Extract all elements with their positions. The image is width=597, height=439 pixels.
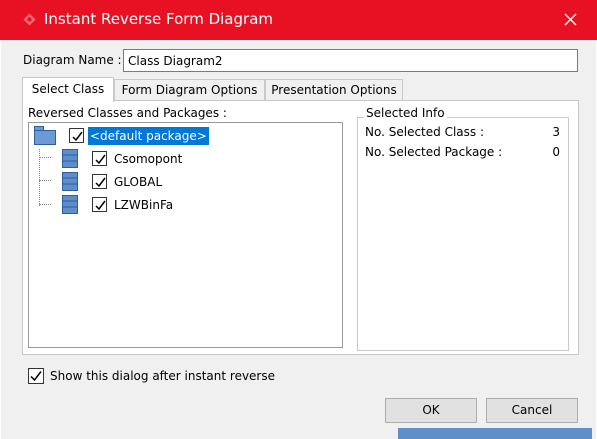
- diagram-name-input[interactable]: [123, 49, 578, 72]
- class-icon: [62, 195, 78, 214]
- tab-form-diagram-options[interactable]: Form Diagram Options: [114, 79, 265, 101]
- background-window-strip: [398, 428, 592, 439]
- show-dialog-checkbox[interactable]: [28, 368, 44, 384]
- close-button[interactable]: [552, 4, 588, 36]
- tree-node-csomopont[interactable]: Csomopont: [114, 152, 182, 166]
- default-package-checkbox[interactable]: [69, 128, 84, 143]
- tab-presentation-options[interactable]: Presentation Options: [265, 79, 403, 101]
- selected-package-label: No. Selected Package :: [365, 145, 503, 159]
- tab-select-class[interactable]: Select Class: [22, 77, 114, 102]
- class-icon: [62, 172, 78, 191]
- selected-info-caption: Selected Info: [364, 106, 447, 120]
- global-checkbox[interactable]: [92, 174, 107, 189]
- ok-button[interactable]: OK: [385, 398, 477, 423]
- package-icon: [34, 126, 56, 145]
- lzwbinfa-checkbox[interactable]: [92, 197, 107, 212]
- visual-paradigm-icon: [23, 13, 36, 26]
- window-title: Instant Reverse Form Diagram: [44, 10, 273, 28]
- tree-connector: [39, 157, 51, 158]
- tree-node-lzwbinfa[interactable]: LZWBinFa: [114, 198, 173, 212]
- csomopont-checkbox[interactable]: [92, 151, 107, 166]
- tree-connector: [39, 180, 51, 181]
- cancel-button[interactable]: Cancel: [486, 398, 578, 423]
- tree-node-global[interactable]: GLOBAL: [114, 175, 162, 189]
- selected-package-count: 0: [552, 145, 560, 159]
- close-icon: [564, 13, 577, 26]
- class-icon: [62, 149, 78, 168]
- show-dialog-label: Show this dialog after instant reverse: [50, 369, 275, 383]
- diagram-name-label: Diagram Name :: [23, 53, 122, 67]
- tree-node-default-package[interactable]: <default package>: [88, 127, 209, 145]
- tree-connector: [39, 204, 51, 205]
- selected-class-label: No. Selected Class :: [365, 125, 484, 139]
- tree-caption: Reversed Classes and Packages :: [28, 106, 227, 120]
- selected-class-count: 3: [552, 125, 560, 139]
